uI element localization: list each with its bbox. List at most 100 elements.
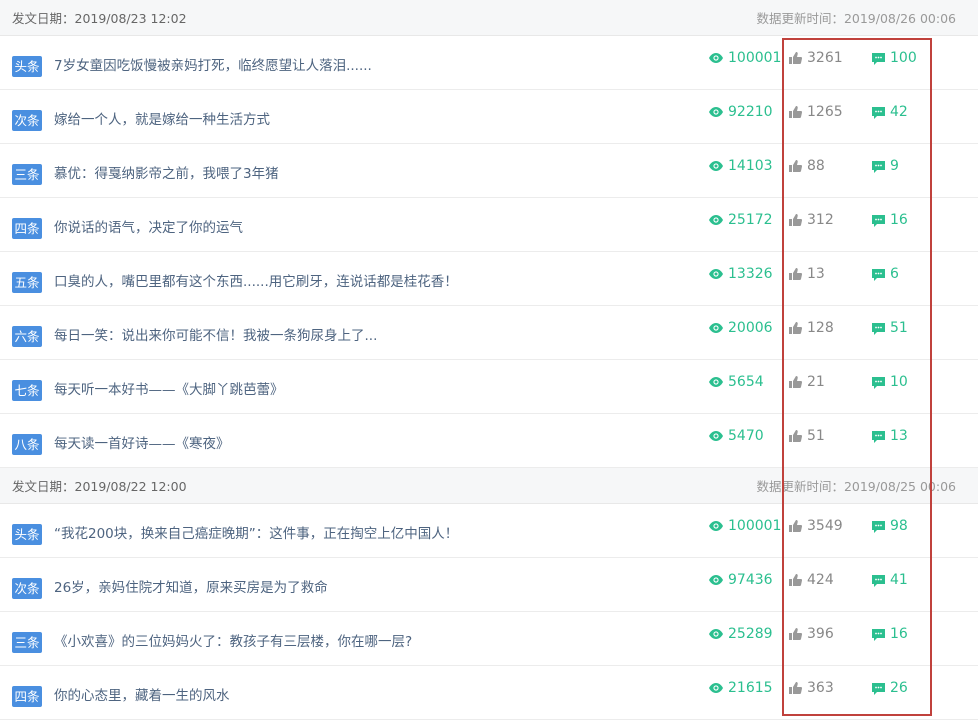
article-title-link[interactable]: 每天听一本好书——《大脚丫跳芭蕾》: [54, 378, 284, 398]
article-row[interactable]: 五条 口臭的人，嘴巴里都有这个东西......用它刷牙，连说话都是桂花香！ 13…: [0, 252, 978, 306]
thumbs-up-icon: [789, 574, 802, 586]
article-title-link[interactable]: 每日一笑：说出来你可能不信！我被一条狗尿身上了...: [54, 324, 377, 344]
comments-stat: 13: [872, 428, 908, 444]
article-title-link[interactable]: “我花200块，换来自己癌症晚期”：这件事，正在掏空上亿中国人！: [54, 522, 458, 542]
thumbs-up-icon: [789, 430, 802, 442]
comments-stat: 98: [872, 518, 908, 534]
likes-stat: 128: [789, 320, 834, 336]
likes-count: 424: [807, 572, 834, 588]
likes-stat: 21: [789, 374, 825, 390]
article-title-link[interactable]: 每天读一首好诗——《寒夜》: [54, 432, 230, 452]
comments-stat: 100: [872, 50, 917, 66]
position-badge: 三条: [12, 632, 42, 653]
comments-stat: 51: [872, 320, 908, 336]
comments-stat: 26: [872, 680, 908, 696]
comments-stat: 41: [872, 572, 908, 588]
position-badge: 三条: [12, 164, 42, 185]
article-title-link[interactable]: 你说话的语气，决定了你的运气: [54, 216, 243, 236]
comment-icon: [872, 376, 885, 389]
article-row[interactable]: 四条 你说话的语气，决定了你的运气 25172 312 16: [0, 198, 978, 252]
eye-icon: [709, 521, 723, 531]
likes-count: 128: [807, 320, 834, 336]
thumbs-up-icon: [789, 628, 802, 640]
eye-icon: [709, 215, 723, 225]
article-row[interactable]: 三条 慕优：得戛纳影帝之前，我喂了3年猪 14103 88 9: [0, 144, 978, 198]
article-row[interactable]: 次条 嫁给一个人，就是嫁给一种生活方式 92210 1265 42: [0, 90, 978, 144]
views-count: 97436: [728, 572, 773, 588]
article-row[interactable]: 八条 每天读一首好诗——《寒夜》 5470 51 13: [0, 414, 978, 468]
eye-icon: [709, 161, 723, 171]
likes-stat: 396: [789, 626, 834, 642]
article-title-link[interactable]: 嫁给一个人，就是嫁给一种生活方式: [54, 108, 270, 128]
likes-count: 51: [807, 428, 825, 444]
comments-count: 13: [890, 428, 908, 444]
views-stat: 5654: [709, 374, 764, 390]
views-count: 100001: [728, 50, 781, 66]
section-header: 发文日期：2019/08/23 12:02 数据更新时间：2019/08/26 …: [0, 0, 978, 36]
likes-count: 88: [807, 158, 825, 174]
comment-icon: [872, 430, 885, 443]
likes-count: 396: [807, 626, 834, 642]
comments-count: 6: [890, 266, 899, 282]
comments-count: 98: [890, 518, 908, 534]
comments-count: 100: [890, 50, 917, 66]
article-row[interactable]: 七条 每天听一本好书——《大脚丫跳芭蕾》 5654 21 10: [0, 360, 978, 414]
comment-icon: [872, 268, 885, 281]
comment-icon: [872, 214, 885, 227]
comments-count: 26: [890, 680, 908, 696]
likes-stat: 51: [789, 428, 825, 444]
article-title-link[interactable]: 26岁，亲妈住院才知道，原来买房是为了救命: [54, 576, 328, 596]
eye-icon: [709, 53, 723, 63]
thumbs-up-icon: [789, 214, 802, 226]
likes-count: 3261: [807, 50, 843, 66]
thumbs-up-icon: [789, 106, 802, 118]
article-row[interactable]: 次条 26岁，亲妈住院才知道，原来买房是为了救命 97436 424 41: [0, 558, 978, 612]
position-badge: 五条: [12, 272, 42, 293]
likes-count: 3549: [807, 518, 843, 534]
eye-icon: [709, 629, 723, 639]
views-count: 92210: [728, 104, 773, 120]
article-row[interactable]: 四条 你的心态里，藏着一生的风水 21615 363 26: [0, 666, 978, 720]
comments-stat: 6: [872, 266, 899, 282]
article-title-link[interactable]: 慕优：得戛纳影帝之前，我喂了3年猪: [54, 162, 279, 182]
views-stat: 97436: [709, 572, 773, 588]
views-stat: 5470: [709, 428, 764, 444]
comments-count: 16: [890, 626, 908, 642]
views-count: 21615: [728, 680, 773, 696]
article-row[interactable]: 三条 《小欢喜》的三位妈妈火了：教孩子有三层楼，你在哪一层? 25289 396…: [0, 612, 978, 666]
comment-icon: [872, 520, 885, 533]
views-count: 25172: [728, 212, 773, 228]
likes-count: 312: [807, 212, 834, 228]
position-badge: 次条: [12, 110, 42, 131]
article-title-link[interactable]: 7岁女童因吃饭慢被亲妈打死，临终愿望让人落泪......: [54, 54, 372, 74]
views-count: 5654: [728, 374, 764, 390]
position-badge: 头条: [12, 56, 42, 77]
update-time: 数据更新时间：2019/08/25 00:06: [756, 476, 956, 495]
thumbs-up-icon: [789, 160, 802, 172]
likes-stat: 88: [789, 158, 825, 174]
likes-stat: 312: [789, 212, 834, 228]
likes-count: 13: [807, 266, 825, 282]
article-row[interactable]: 头条 “我花200块，换来自己癌症晚期”：这件事，正在掏空上亿中国人！ 1000…: [0, 504, 978, 558]
comments-stat: 16: [872, 212, 908, 228]
article-row[interactable]: 头条 7岁女童因吃饭慢被亲妈打死，临终愿望让人落泪...... 100001 3…: [0, 36, 978, 90]
article-row[interactable]: 六条 每日一笑：说出来你可能不信！我被一条狗尿身上了... 20006 128 …: [0, 306, 978, 360]
article-title-link[interactable]: 口臭的人，嘴巴里都有这个东西......用它刷牙，连说话都是桂花香！: [54, 270, 458, 290]
article-title-link[interactable]: 你的心态里，藏着一生的风水: [54, 684, 230, 704]
comments-stat: 16: [872, 626, 908, 642]
views-stat: 25289: [709, 626, 773, 642]
comments-count: 16: [890, 212, 908, 228]
comment-icon: [872, 628, 885, 641]
likes-stat: 3549: [789, 518, 843, 534]
comment-icon: [872, 52, 885, 65]
thumbs-up-icon: [789, 682, 802, 694]
views-count: 14103: [728, 158, 773, 174]
views-stat: 25172: [709, 212, 773, 228]
publish-date: 发文日期：2019/08/22 12:00: [12, 476, 187, 495]
comments-count: 42: [890, 104, 908, 120]
comments-stat: 42: [872, 104, 908, 120]
article-title-link[interactable]: 《小欢喜》的三位妈妈火了：教孩子有三层楼，你在哪一层?: [54, 630, 412, 650]
views-count: 100001: [728, 518, 781, 534]
section-header: 发文日期：2019/08/22 12:00 数据更新时间：2019/08/25 …: [0, 468, 978, 504]
thumbs-up-icon: [789, 52, 802, 64]
